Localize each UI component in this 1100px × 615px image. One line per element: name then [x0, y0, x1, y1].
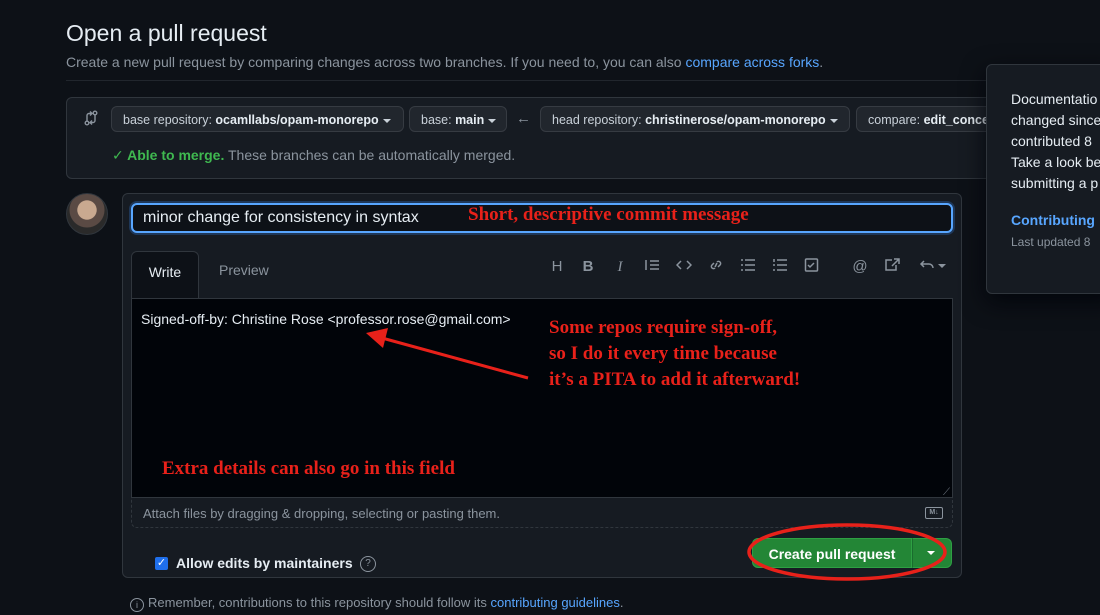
annotation-arrow — [366, 328, 529, 380]
annotation-circle — [747, 523, 947, 581]
annotation-overlay — [366, 328, 947, 581]
